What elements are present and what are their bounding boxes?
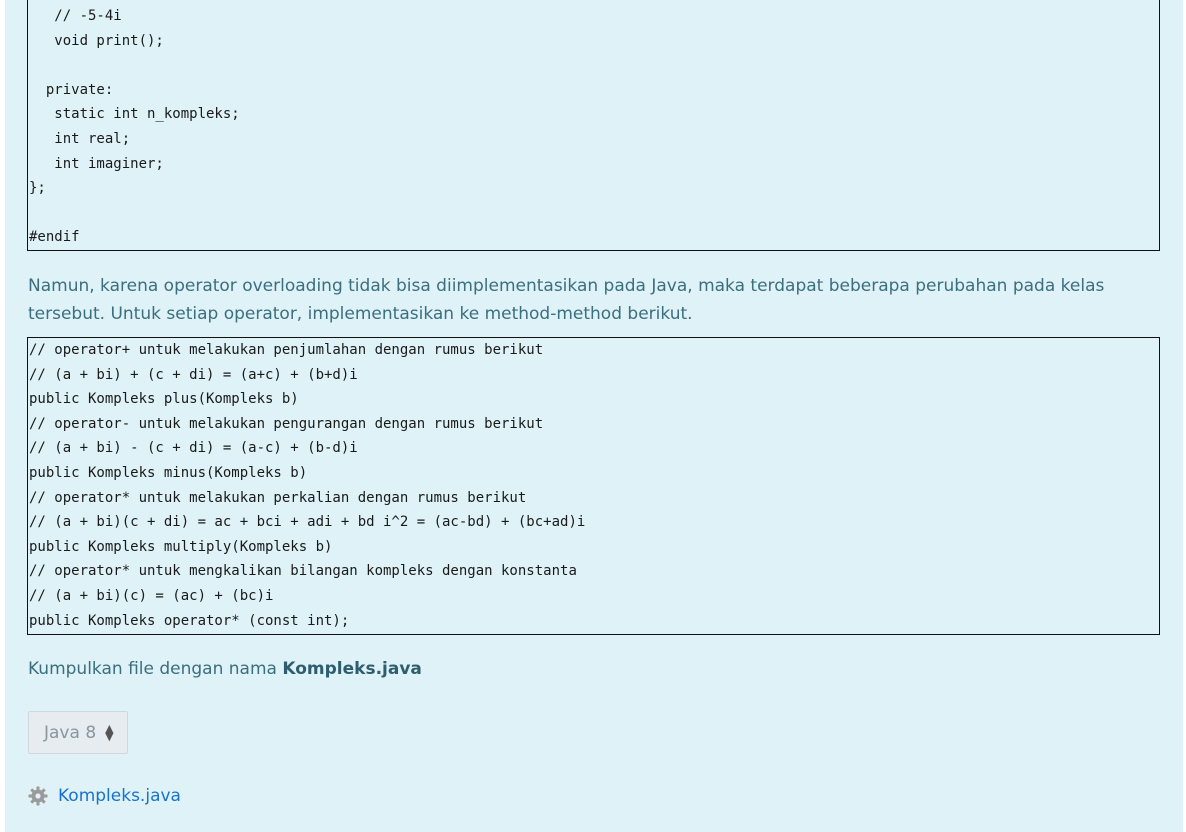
file-link-row: Kompleks.java	[28, 783, 181, 809]
language-select[interactable]: Java 8 ▲ ▼	[28, 711, 128, 754]
submit-filename: Kompleks.java	[282, 659, 422, 679]
code-text-header: // -5-4i void print(); private: static i…	[29, 8, 240, 246]
code-block-methods: // operator+ untuk melakukan penjumlahan…	[27, 337, 1160, 635]
file-link[interactable]: Kompleks.java	[58, 786, 181, 806]
submit-instruction-text: Kumpulkan file dengan nama	[28, 659, 283, 679]
language-select-value: Java 8	[44, 722, 97, 743]
gear-icon	[28, 786, 48, 806]
instruction-paragraph: Namun, karena operator overloading tidak…	[28, 276, 1105, 324]
select-caret-icon: ▲ ▼	[105, 721, 114, 743]
submit-instruction: Kumpulkan file dengan nama Kompleks.java	[28, 655, 1168, 683]
code-text-methods: // operator+ untuk melakukan penjumlahan…	[29, 342, 586, 629]
code-block-header: // -5-4i void print(); private: static i…	[27, 0, 1160, 251]
